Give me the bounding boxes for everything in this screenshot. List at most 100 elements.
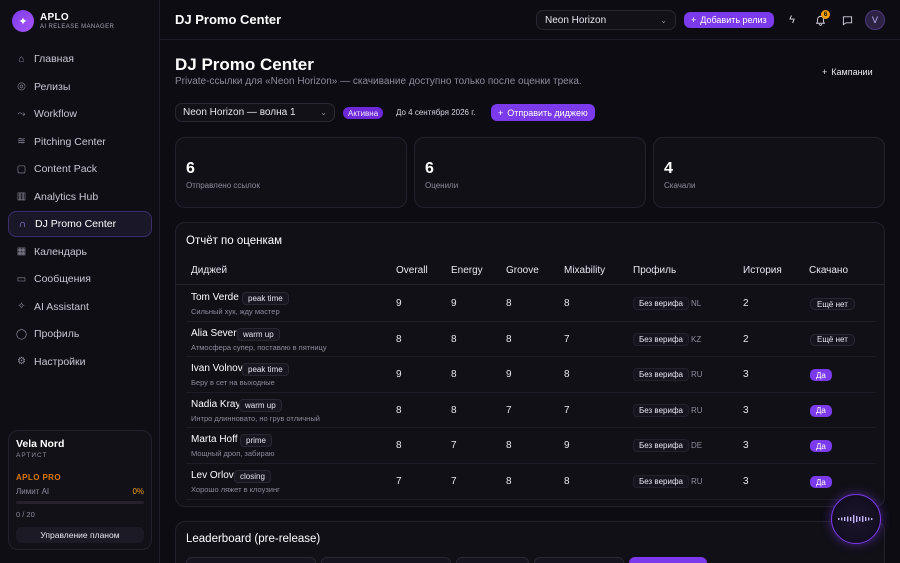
sparkle-icon: ✧ [17, 301, 26, 312]
stat-card-downloaded: 4 Скачали [653, 137, 885, 208]
table-row[interactable]: Alia Sever warm up Атмосфера супер, постав… [186, 322, 876, 358]
user-role: АРТИСТ [16, 452, 48, 459]
release-select[interactable]: Neon Horizon ⌄ [536, 10, 676, 30]
sidebar-item-сообщения[interactable]: ▭ Сообщения [8, 266, 152, 292]
wave-select[interactable]: Neon Horizon — волна 1 ⌄ [175, 103, 335, 122]
col-history: История [743, 265, 782, 276]
sidebar-item-профиль[interactable]: ◯ Профиль [8, 321, 152, 347]
history-count: 3 [743, 476, 749, 487]
score-mixability: 7 [564, 404, 570, 416]
plan-name: APLO PRO [16, 473, 61, 482]
profile-badge: Без верифа [633, 475, 689, 488]
ratings-report: Отчёт по оценкам Диджей Overall Energy G… [175, 222, 885, 507]
package-icon: ▢ [16, 163, 27, 175]
manage-plan-button[interactable]: Управление планом [16, 527, 144, 543]
sidebar-item-релизы[interactable]: ◎ Релизы [8, 74, 152, 100]
col-mixability: Mixability [564, 265, 606, 276]
table-row[interactable]: Ivan Volnov peak time Беру в сет на выходн… [186, 357, 876, 393]
lightning-icon[interactable]: ϟ [783, 11, 801, 29]
table-row[interactable]: Nadia Kray warm up Интро длинновато, но гр… [186, 393, 876, 429]
plus-icon: + [822, 67, 828, 77]
leaderboard-filter[interactable] [456, 557, 529, 563]
plus-icon: + [691, 15, 697, 25]
ai-assistant-fab[interactable] [831, 494, 881, 544]
dj-name: Tom Verde [191, 292, 239, 303]
col-profile: Профиль [633, 265, 677, 276]
gear-icon: ⚙ [17, 356, 26, 367]
chevron-down-icon: ⌄ [660, 15, 667, 25]
score-mixability: 7 [564, 333, 570, 345]
stat-card-sent: 6 Отправлено ссылок [175, 137, 407, 208]
dj-name: Marta Hoff [191, 434, 238, 446]
score-mixability: 8 [564, 298, 570, 309]
score-groove: 9 [506, 369, 512, 381]
table-row[interactable]: Tom Verde peak time Сильный хук, жду масте… [186, 286, 876, 322]
table-row[interactable]: Marta Hoff prime Мощный дроп, забираю 8 7 8 9 Б… [186, 428, 876, 464]
sidebar-item-workflow[interactable]: ⤳ Workflow [8, 101, 152, 127]
sidebar-item-label: Pitching Center [34, 135, 106, 148]
sidebar-item-pitching-center[interactable]: ≋ Pitching Center [8, 129, 152, 155]
bell-icon[interactable]: 6 [811, 10, 830, 29]
profile-badge: Без верифа [633, 332, 689, 346]
sidebar-nav: ⌂ Главная ◎ Релизы ⤳ Workflow ≋ Pitching Center… [8, 46, 152, 376]
history-count: 2 [743, 298, 749, 309]
campaigns-button[interactable]: + Кампании [822, 65, 873, 79]
waveform-icon [838, 515, 873, 523]
dj-name: Ivan Volnov [191, 363, 243, 375]
dj-comment: Хорошо ляжет в клоузинг [191, 485, 280, 494]
add-release-button[interactable]: + Добавить релиз [684, 12, 774, 28]
disc-icon: ◎ [17, 81, 26, 92]
score-energy: 8 [451, 404, 457, 416]
stat-label: Отправлено ссылок [186, 181, 260, 190]
sidebar-item-главная[interactable]: ⌂ Главная [8, 46, 152, 72]
ai-limit-progress [16, 501, 144, 504]
dj-comment: Беру в сет на выходные [191, 378, 275, 388]
app-logo[interactable]: ✦ APLO AI RELEASE MANAGER [12, 10, 114, 32]
sidebar-item-dj-promo-center[interactable]: ∩ DJ Promo Center [8, 211, 152, 237]
dj-tag: peak time [242, 363, 289, 377]
dj-name: Alia Sever [191, 327, 237, 339]
plan-card: Vela Nord АРТИСТ APLO PRO Лимит AI 0% 0 … [8, 430, 152, 550]
dj-tag: peak time [242, 292, 289, 305]
headphones-icon: ∩ [18, 218, 27, 230]
col-downloaded: Скачано [809, 265, 849, 276]
send-digest-button[interactable]: + Отправить диджею [491, 104, 595, 121]
sidebar-item-label: Analytics Hub [34, 190, 99, 203]
ai-limit-percent: 0% [132, 487, 144, 496]
country-code: RU [691, 405, 703, 415]
broadcast-icon: ≋ [17, 136, 26, 147]
sidebar-item-label: AI Assistant [34, 300, 89, 313]
sidebar-item-analytics-hub[interactable]: ▥ Analytics Hub [8, 184, 152, 210]
col-overall: Overall [396, 265, 428, 276]
score-overall: 9 [396, 298, 402, 309]
score-groove: 7 [506, 404, 512, 416]
sidebar-item-календарь[interactable]: ▦ Календарь [8, 239, 152, 265]
sidebar-item-content-pack[interactable]: ▢ Content Pack [8, 156, 152, 182]
stat-value: 4 [664, 160, 673, 177]
table-row[interactable]: Lev Orlov closing Хорошо ляжет в клоузинг 7… [186, 464, 876, 500]
send-digest-label: Отправить диджею [507, 107, 588, 118]
profile-badge: Без верифа [633, 297, 689, 310]
score-energy: 7 [451, 440, 457, 452]
profile-badge: Без верифа [633, 368, 689, 382]
sidebar-item-ai-assistant[interactable]: ✧ AI Assistant [8, 294, 152, 320]
downloaded-badge: Ещё нет [810, 298, 855, 310]
score-overall: 8 [396, 404, 402, 416]
dj-tag: warm up [237, 327, 280, 341]
report-title: Отчёт по оценкам [186, 235, 283, 247]
leaderboard-filter[interactable] [186, 557, 316, 563]
leaderboard-title: Leaderboard (pre-release) [186, 533, 321, 545]
sidebar: ✦ APLO AI RELEASE MANAGER ⌂ Главная ◎ Релиз… [0, 0, 160, 563]
profile-badge: Без верифа [633, 403, 689, 417]
leaderboard-filter[interactable] [321, 557, 451, 563]
profile-badge: Без верифа [633, 439, 689, 453]
sidebar-item-label: Настройки [34, 355, 86, 368]
avatar[interactable]: V [865, 10, 885, 30]
leaderboard-filter[interactable] [534, 557, 624, 563]
sidebar-item-настройки[interactable]: ⚙ Настройки [8, 349, 152, 375]
stat-value: 6 [425, 160, 434, 177]
history-count: 3 [743, 404, 749, 416]
notification-count: 6 [821, 10, 830, 19]
leaderboard-action-button[interactable] [629, 557, 707, 563]
chat-icon[interactable] [838, 11, 856, 29]
